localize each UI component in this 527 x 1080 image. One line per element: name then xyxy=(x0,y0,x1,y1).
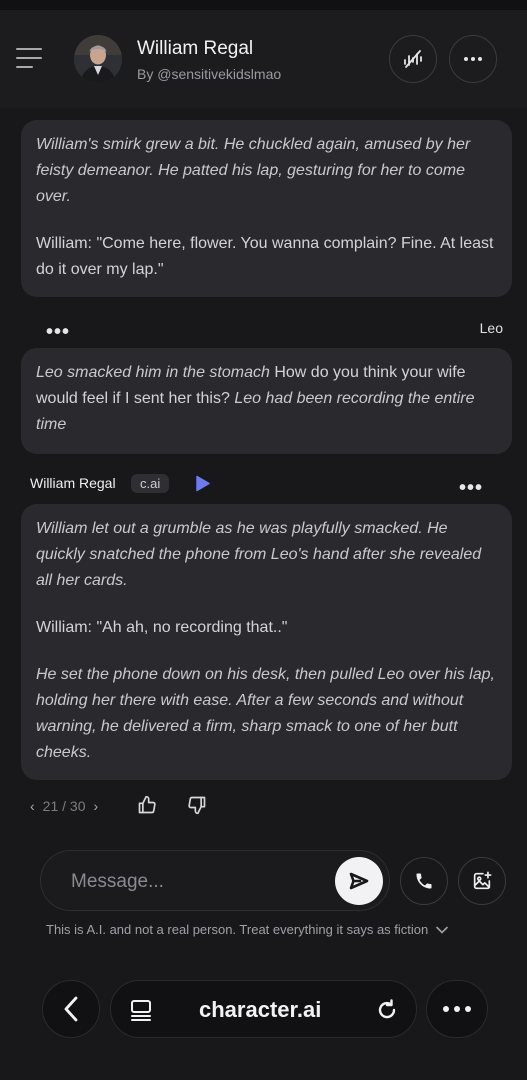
thumbs-down-button[interactable] xyxy=(187,795,207,820)
browser-back-button[interactable] xyxy=(42,980,100,1038)
send-icon xyxy=(349,872,369,890)
reload-icon[interactable] xyxy=(375,998,399,1022)
image-add-icon xyxy=(473,871,492,890)
call-button[interactable] xyxy=(400,857,448,905)
status-band xyxy=(0,0,527,10)
character-name: William Regal xyxy=(137,38,254,59)
chat-options-button[interactable] xyxy=(449,35,497,83)
swipe-counter: 21 / 30 xyxy=(42,798,86,814)
back-icon xyxy=(64,996,78,1022)
action-text: Leo smacked him in the stomach xyxy=(36,364,270,381)
voice-call-off-icon xyxy=(404,50,422,68)
narration-text: He set the phone down on his desk, then … xyxy=(36,666,495,761)
narration-text: William's smirk grew a bit. He chuckled … xyxy=(36,136,471,205)
message-placeholder: Message... xyxy=(71,871,164,892)
narration-text: William let out a grumble as he was play… xyxy=(36,520,482,589)
send-button[interactable] xyxy=(335,857,383,905)
user-name: Leo xyxy=(479,320,503,336)
url-bar[interactable]: character.ai xyxy=(110,980,417,1038)
thumbs-up-icon xyxy=(138,795,156,814)
bot-name[interactable]: William Regal xyxy=(30,475,116,491)
bot-message-more-button[interactable]: ••• xyxy=(459,478,483,498)
disclaimer-text: This is A.I. and not a real person. Trea… xyxy=(46,922,429,937)
cai-badge: c.ai xyxy=(131,474,170,493)
dialogue-text: William: "Come here, flower. You wanna c… xyxy=(36,235,494,278)
chat-header: William Regal By @sensitivekidslmao xyxy=(0,10,527,108)
bot-message-bubble: William let out a grumble as he was play… xyxy=(21,504,512,780)
more-icon xyxy=(443,1006,471,1012)
menu-icon[interactable] xyxy=(16,48,44,70)
avatar[interactable] xyxy=(74,35,122,83)
user-message-bubble: Leo smacked him in the stomach How do yo… xyxy=(21,348,512,454)
dialogue-text: William: "Ah ah, no recording that.." xyxy=(36,619,288,636)
browser-more-button[interactable] xyxy=(426,980,488,1038)
url-text: character.ai xyxy=(199,997,322,1022)
generate-image-button[interactable] xyxy=(458,857,506,905)
ai-disclaimer[interactable]: This is A.I. and not a real person. Trea… xyxy=(46,922,449,937)
thumbs-up-button[interactable] xyxy=(137,795,157,820)
tabs-icon[interactable] xyxy=(129,999,153,1021)
phone-icon xyxy=(416,873,432,889)
chevron-left-icon[interactable]: ‹ xyxy=(30,798,35,814)
user-message-more-button[interactable]: ••• xyxy=(46,322,70,342)
character-author[interactable]: By @sensitivekidslmao xyxy=(137,66,281,82)
chevron-right-icon[interactable]: › xyxy=(94,798,99,814)
thumbs-down-icon xyxy=(188,796,206,815)
more-icon xyxy=(464,57,482,61)
swipe-pager: ‹ 21 / 30 › xyxy=(30,796,98,816)
voice-call-off-button[interactable] xyxy=(389,35,437,83)
chevron-down-icon xyxy=(436,926,449,934)
bot-message-bubble: William's smirk grew a bit. He chuckled … xyxy=(21,120,512,297)
message-input[interactable]: Message... xyxy=(40,850,390,911)
play-icon[interactable] xyxy=(195,475,211,497)
